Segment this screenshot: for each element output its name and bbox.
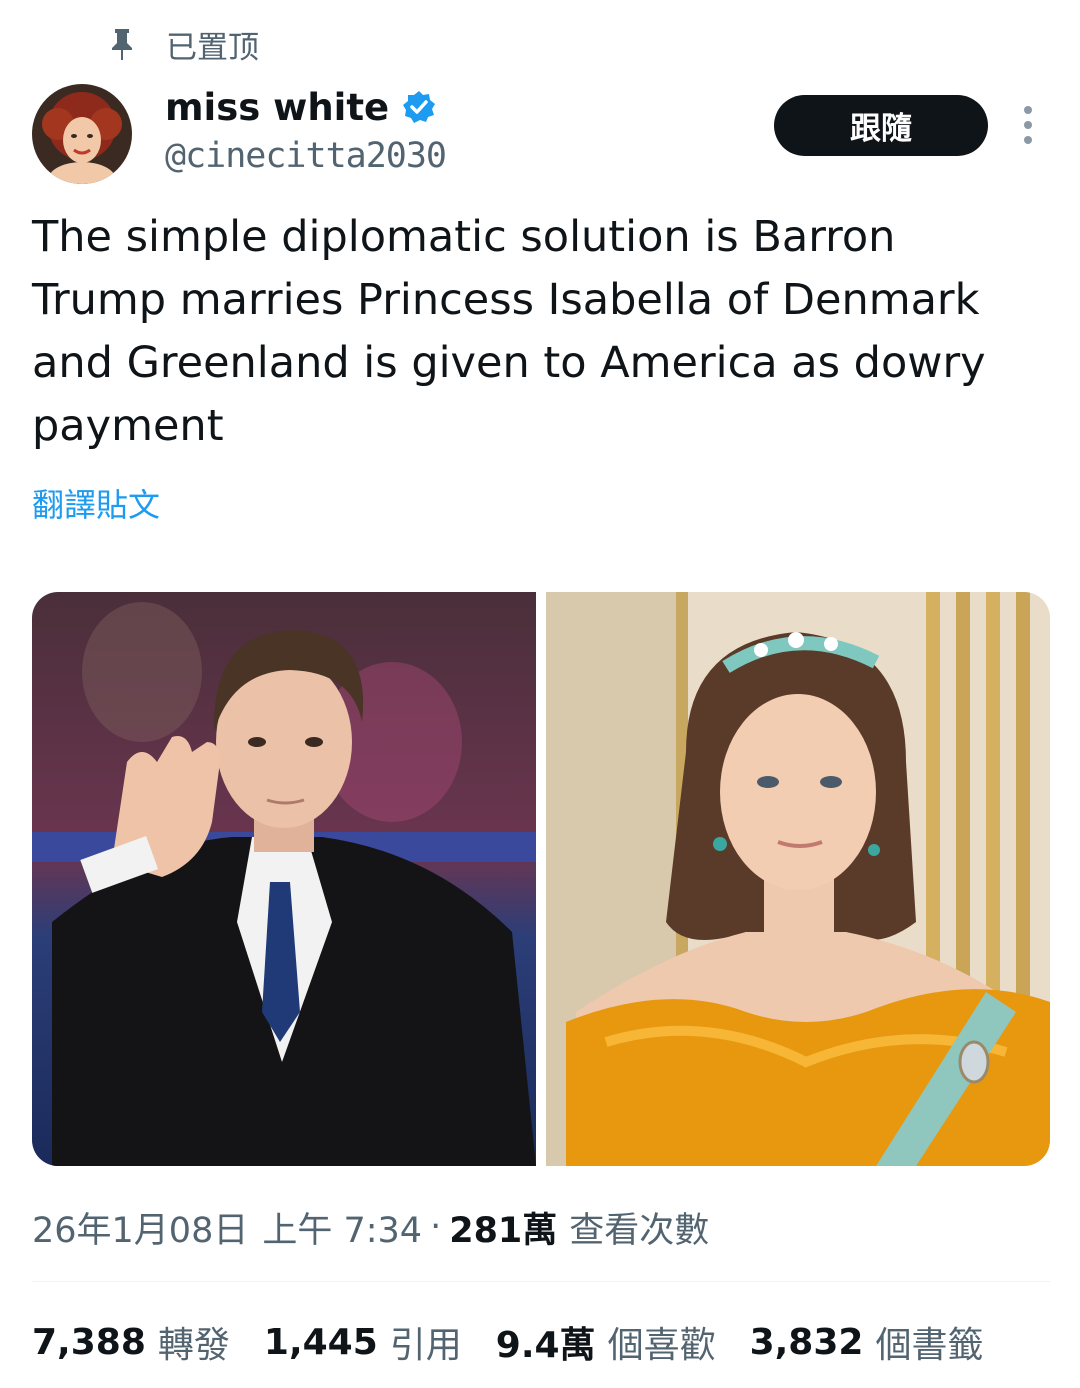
engagement-stats: 7,388 轉發 1,445 引用 9.4萬 個喜歡 3,832 個書籤 [32,1316,1017,1368]
verified-badge-icon [401,89,437,125]
photo-woman-in-gown[interactable] [546,592,1050,1166]
more-vertical-icon[interactable] [1016,104,1040,148]
views-label: 查看次數 [569,1210,710,1251]
quotes-count: 1,445 [263,1321,378,1363]
bookmarks-stat[interactable]: 3,832 個書籤 [750,1316,984,1368]
views-count: 281萬 [449,1210,558,1251]
tweet-text: The simple diplomatic solution is Barron… [32,212,986,451]
photo-man-in-suit[interactable] [32,592,536,1166]
quotes-label: 引用 [389,1325,462,1366]
likes-stat[interactable]: 9.4萬 個喜歡 [496,1316,716,1368]
tweet-time[interactable]: 上午 7:34 [262,1202,422,1253]
translate-post-link[interactable]: 翻譯貼文 [32,480,160,526]
media-grid [32,592,1050,1166]
meta-separator: · [430,1207,442,1247]
user-handle[interactable]: @cinecitta2030 [165,136,447,176]
quotes-stat[interactable]: 1,445 引用 [264,1316,462,1368]
pinned-indicator: 已置顶 [108,22,259,66]
author-info[interactable]: miss white @cinecitta2030 [165,84,447,177]
likes-count: 9.4萬 [495,1325,596,1366]
display-name[interactable]: miss white [165,86,389,129]
divider [32,1281,1050,1282]
retweets-count: 7,388 [32,1321,146,1363]
retweets-label: 轉發 [157,1325,230,1366]
retweets-stat[interactable]: 7,388 轉發 [32,1316,230,1368]
avatar[interactable] [32,84,132,184]
tweet-meta: 26年1月08日 上午 7:34 · 281萬 查看次數 [32,1202,709,1252]
bookmarks-label: 個書籤 [875,1325,984,1366]
pinned-label: 已置顶 [166,29,259,66]
tweet-date[interactable]: 26年1月08日 [32,1202,248,1253]
bookmarks-count: 3,832 [749,1321,864,1363]
pin-icon [108,27,136,61]
follow-button[interactable]: 跟隨 [774,95,988,156]
likes-label: 個喜歡 [607,1325,716,1366]
